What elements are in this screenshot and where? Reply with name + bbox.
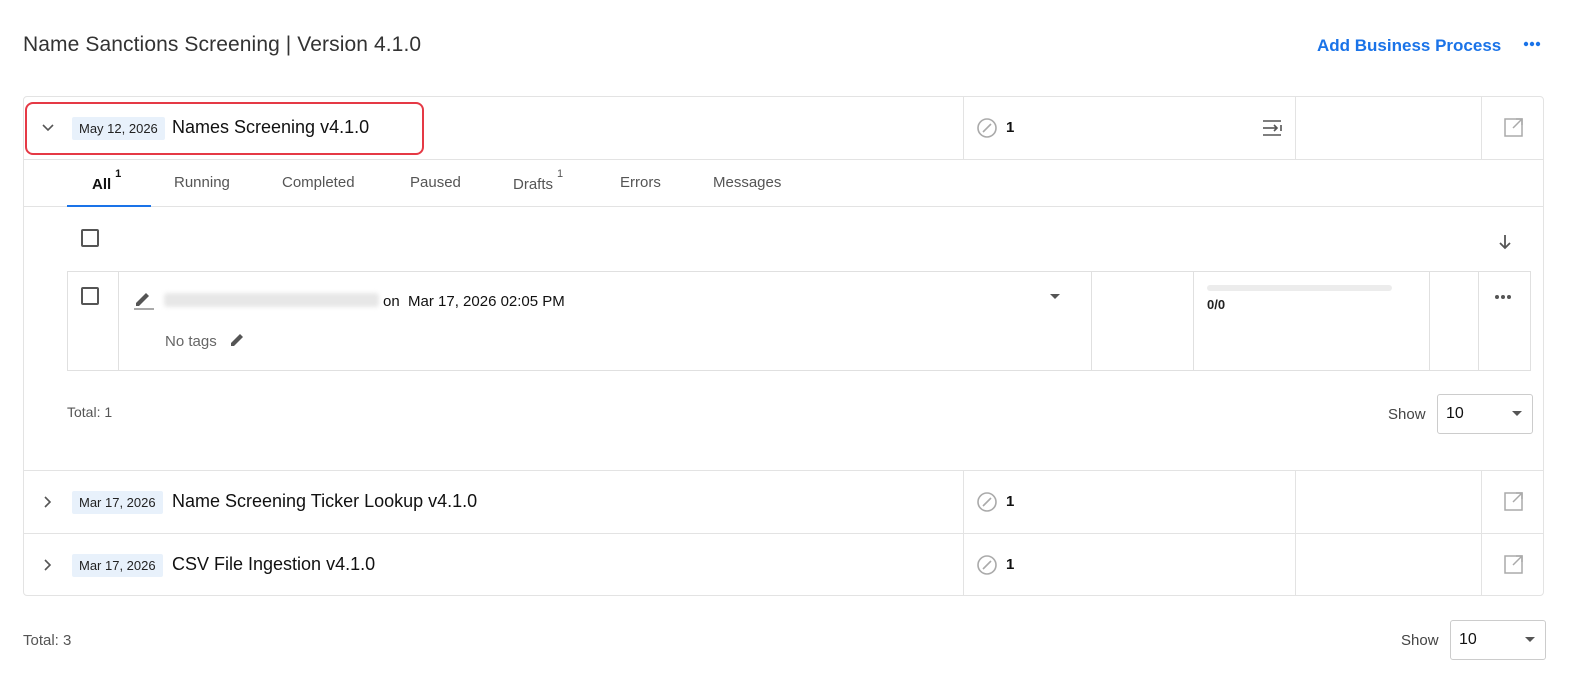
tab-label: Completed <box>282 174 355 191</box>
more-horizontal-icon[interactable] <box>1494 287 1518 307</box>
page-size-value: 10 <box>1446 405 1464 422</box>
tab-running[interactable]: Running <box>174 174 230 191</box>
outer-total: Total: 3 <box>23 632 72 649</box>
page-title: Name Sanctions Screening | Version 4.1.0 <box>23 33 422 56</box>
outer-page-size-select[interactable]: 10 <box>1450 620 1546 660</box>
instance-count: 1 <box>1006 556 1015 573</box>
process-row[interactable]: May 12, 2026 Names Screening v4.1.0 1 <box>24 97 1543 159</box>
active-tab-indicator <box>67 205 151 207</box>
progress-text: 0/0 <box>1207 297 1226 312</box>
column-divider <box>963 534 964 596</box>
tab-paused[interactable]: Paused <box>410 174 461 191</box>
progress-bar <box>1207 285 1392 291</box>
tab-label: Messages <box>713 174 782 191</box>
inner-show-label: Show <box>1388 406 1426 423</box>
instance-checkbox[interactable] <box>81 287 99 305</box>
instance-count: 1 <box>1006 119 1015 136</box>
column-divider <box>1481 471 1482 533</box>
outer-show-label: Show <box>1401 632 1439 649</box>
column-divider <box>1091 272 1092 370</box>
caret-down-icon <box>1512 411 1522 416</box>
inner-page-size-select[interactable]: 10 <box>1437 394 1533 434</box>
process-row[interactable]: Mar 17, 2026 Name Screening Ticker Looku… <box>24 470 1543 533</box>
date-badge: Mar 17, 2026 <box>72 491 163 514</box>
process-title[interactable]: Name Screening Ticker Lookup v4.1.0 <box>172 491 477 512</box>
open-external-icon[interactable] <box>1502 552 1526 576</box>
add-business-process-link[interactable]: Add Business Process <box>1317 36 1501 56</box>
tab-label: Errors <box>620 174 661 191</box>
disabled-status-icon <box>976 491 998 513</box>
tab-messages[interactable]: Messages <box>713 174 781 191</box>
column-divider <box>1295 534 1296 596</box>
column-divider <box>963 471 964 533</box>
disabled-status-icon <box>976 554 998 576</box>
caret-down-icon[interactable] <box>1048 289 1062 303</box>
tab-label: All <box>92 176 112 193</box>
column-divider <box>963 97 964 159</box>
chevron-right-icon[interactable] <box>38 555 58 575</box>
open-external-icon[interactable] <box>1502 489 1526 513</box>
inner-total: Total: 1 <box>67 404 113 420</box>
date-badge: Mar 17, 2026 <box>72 554 163 577</box>
column-divider <box>1295 471 1296 533</box>
column-divider <box>1429 272 1430 370</box>
business-process-list: May 12, 2026 Names Screening v4.1.0 1 Al… <box>23 96 1544 596</box>
tab-drafts[interactable]: Drafts1 <box>513 168 563 193</box>
select-all-checkbox[interactable] <box>81 229 99 247</box>
column-divider <box>1295 97 1296 159</box>
column-divider <box>1193 272 1194 370</box>
column-divider <box>118 272 119 370</box>
draft-edit-icon <box>131 287 155 311</box>
edit-tags-icon[interactable] <box>229 330 247 348</box>
instance-timestamp: on Mar 17, 2026 02:05 PM <box>383 293 565 310</box>
process-title[interactable]: CSV File Ingestion v4.1.0 <box>172 554 375 575</box>
tab-completed[interactable]: Completed <box>282 174 355 191</box>
more-icon[interactable] <box>1521 34 1543 54</box>
flow-icon[interactable] <box>1260 116 1284 140</box>
tab-badge: 1 <box>115 168 122 180</box>
column-divider <box>1481 534 1482 596</box>
column-divider <box>1481 97 1482 159</box>
tab-errors[interactable]: Errors <box>620 174 661 191</box>
open-external-icon[interactable] <box>1502 115 1526 139</box>
instance-count: 1 <box>1006 493 1015 510</box>
instance-tabs: All1 Running Completed Paused Drafts1 Er… <box>24 160 1543 207</box>
process-title[interactable]: Names Screening v4.1.0 <box>172 117 369 138</box>
tab-label: Running <box>174 174 230 191</box>
chevron-right-icon[interactable] <box>38 492 58 512</box>
date-badge: May 12, 2026 <box>72 117 165 140</box>
process-row[interactable]: Mar 17, 2026 CSV File Ingestion v4.1.0 1 <box>24 533 1543 596</box>
sort-down-icon[interactable] <box>1494 231 1516 253</box>
disabled-status-icon <box>976 117 998 139</box>
redacted-user-name <box>164 293 379 307</box>
tab-all[interactable]: All1 <box>92 168 121 193</box>
caret-down-icon <box>1525 637 1535 642</box>
tab-label: Paused <box>410 174 461 191</box>
page-size-value: 10 <box>1459 631 1477 648</box>
chevron-down-icon[interactable] <box>38 118 58 138</box>
tab-badge: 1 <box>557 168 564 180</box>
column-divider <box>1478 272 1479 370</box>
no-tags-label: No tags <box>165 333 217 350</box>
tab-label: Drafts <box>513 176 554 193</box>
